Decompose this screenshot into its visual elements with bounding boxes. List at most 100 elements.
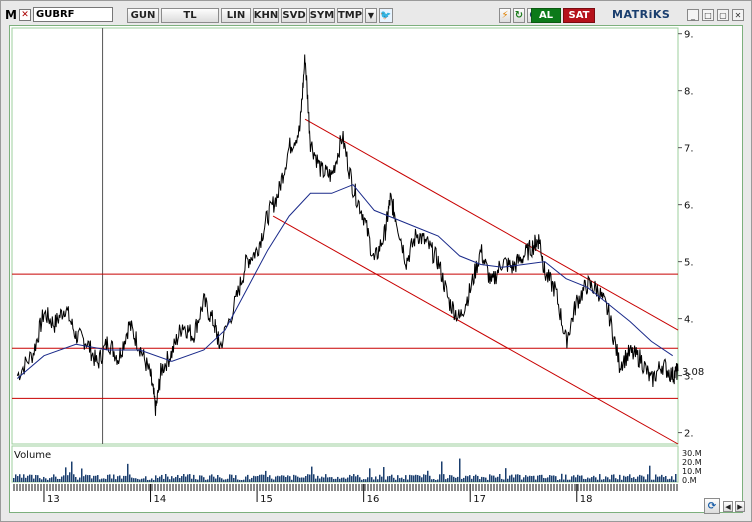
moving-average-line bbox=[16, 184, 673, 379]
m-menu-icon[interactable]: M bbox=[5, 7, 17, 22]
volume-bar bbox=[653, 479, 655, 482]
volume-bar bbox=[431, 479, 433, 482]
chart-type-button[interactable]: KHN bbox=[253, 8, 279, 23]
volume-bar bbox=[595, 477, 597, 482]
sell-button[interactable]: SAT bbox=[563, 8, 595, 23]
volume-bar bbox=[387, 476, 389, 482]
volume-bar bbox=[13, 478, 15, 482]
volume-bar bbox=[423, 474, 425, 482]
volume-bar bbox=[243, 479, 245, 482]
volume-bar bbox=[437, 479, 439, 482]
volume-bar bbox=[261, 474, 263, 482]
y-tick-label: 2. bbox=[684, 429, 694, 440]
refresh-icon[interactable]: ↻ bbox=[513, 8, 525, 23]
volume-bar bbox=[321, 476, 323, 482]
volume-bar bbox=[223, 479, 225, 482]
x-tick-label: 16 bbox=[367, 494, 380, 505]
volume-bar bbox=[271, 478, 273, 482]
volume-bar bbox=[457, 476, 459, 482]
volume-bar bbox=[313, 474, 315, 482]
dropdown-arrow-icon[interactable]: ▼ bbox=[365, 8, 377, 23]
volume-bar bbox=[263, 474, 265, 482]
scroll-right-icon[interactable]: ▶ bbox=[735, 501, 745, 512]
restore-icon[interactable]: ▢ bbox=[717, 9, 729, 21]
volume-bar bbox=[177, 474, 179, 482]
volume-bar bbox=[309, 474, 311, 482]
volume-bar bbox=[113, 474, 115, 482]
volume-bar bbox=[127, 463, 129, 482]
y-tick-label: 9. bbox=[684, 30, 694, 41]
close-icon[interactable]: ✕ bbox=[732, 9, 744, 21]
buy-button[interactable]: AL bbox=[531, 8, 561, 23]
volume-bar bbox=[101, 478, 103, 482]
volume-bar bbox=[455, 477, 457, 482]
template-button[interactable]: TMP bbox=[337, 8, 363, 23]
volume-bar bbox=[575, 477, 577, 482]
volume-bar bbox=[33, 478, 35, 482]
volume-bar bbox=[247, 474, 249, 482]
twitter-icon[interactable]: 🐦 bbox=[379, 8, 393, 23]
volume-bar bbox=[299, 477, 301, 482]
volume-bar bbox=[507, 478, 509, 482]
volume-bar bbox=[403, 479, 405, 482]
volume-bar bbox=[161, 474, 163, 482]
channel-upper-line bbox=[304, 118, 679, 331]
scale-button[interactable]: LIN bbox=[221, 8, 251, 23]
volume-bar bbox=[453, 476, 455, 482]
price-chart[interactable]: 9.8.7.6.5.4.3.2.3.08 Volume 30.M20.M10.M0… bbox=[10, 26, 744, 514]
volume-bar bbox=[529, 475, 531, 482]
volume-bar bbox=[593, 475, 595, 482]
volume-bar bbox=[339, 478, 341, 482]
volume-bar bbox=[297, 476, 299, 482]
maximize-icon[interactable]: □ bbox=[702, 9, 714, 21]
volume-bar bbox=[433, 478, 435, 482]
volume-bar bbox=[317, 475, 319, 482]
volume-bar bbox=[139, 479, 141, 482]
sync-icon[interactable]: ⟳ bbox=[704, 498, 720, 514]
volume-bar bbox=[279, 476, 281, 482]
volume-bar bbox=[519, 474, 521, 482]
volume-bar bbox=[167, 476, 169, 482]
period-button[interactable]: GUN bbox=[127, 8, 159, 23]
volume-bar bbox=[363, 479, 365, 482]
volume-bar bbox=[307, 474, 309, 482]
close-checkbox[interactable]: ✕ bbox=[19, 8, 31, 21]
volume-bar bbox=[121, 478, 123, 482]
symbol-button[interactable]: SYM bbox=[309, 8, 335, 23]
flash-icon[interactable]: ⚡ bbox=[499, 8, 511, 23]
chart-area[interactable]: 9. 8. 7. 6. 5. 4. 3. 2. 3.08 Volume 30.M 20.M 10.M 0… bbox=[9, 25, 743, 513]
volume-bar bbox=[467, 476, 469, 482]
volume-bar bbox=[443, 474, 445, 482]
volume-bar bbox=[119, 475, 121, 482]
volume-bar bbox=[429, 475, 431, 482]
volume-bar bbox=[45, 478, 47, 482]
volume-bar bbox=[553, 475, 555, 482]
volume-bar bbox=[287, 475, 289, 482]
volume-bar bbox=[441, 461, 443, 482]
volume-bar bbox=[401, 477, 403, 482]
volume-bar bbox=[345, 478, 347, 482]
currency-button[interactable]: TL bbox=[161, 8, 219, 23]
volume-bar bbox=[531, 476, 533, 482]
volume-bar bbox=[27, 475, 29, 482]
volume-bar bbox=[91, 478, 93, 482]
minimize-icon[interactable]: _ bbox=[687, 9, 699, 21]
volume-bar bbox=[19, 474, 21, 482]
volume-bar bbox=[643, 476, 645, 482]
volume-bar bbox=[381, 476, 383, 482]
price-series-line bbox=[16, 54, 679, 416]
volume-bar bbox=[203, 477, 205, 482]
volume-bar bbox=[675, 474, 677, 482]
volume-bar bbox=[649, 465, 651, 482]
volume-title: Volume bbox=[14, 450, 51, 461]
svd-button[interactable]: SVD bbox=[281, 8, 307, 23]
scroll-left-icon[interactable]: ◀ bbox=[723, 501, 733, 512]
volume-bar bbox=[229, 474, 231, 482]
symbol-input[interactable]: GUBRF bbox=[33, 7, 113, 22]
volume-bar bbox=[623, 475, 625, 482]
volume-bar bbox=[445, 479, 447, 482]
last-value-label: 3.08 bbox=[682, 367, 704, 378]
volume-bar bbox=[215, 478, 217, 482]
volume-bar bbox=[329, 477, 331, 482]
volume-bar bbox=[251, 477, 253, 482]
